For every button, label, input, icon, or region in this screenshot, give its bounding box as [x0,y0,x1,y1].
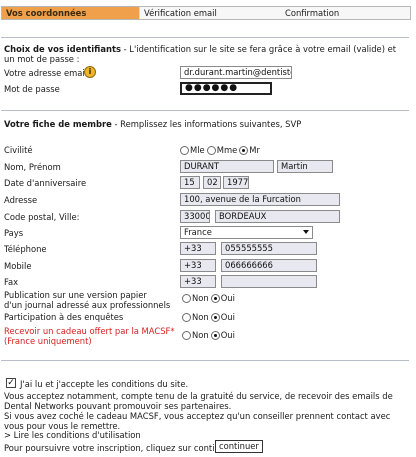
step-your-details: Vos coordonnées [2,7,139,19]
country-label: Pays [4,228,24,238]
journal-radio-no[interactable]: Non [182,293,209,303]
city-field[interactable]: BORDEAUX [215,210,340,223]
birth-year-field[interactable]: 1977 [223,176,249,189]
surveys-radio-yes[interactable]: Oui [210,312,235,322]
surveys-label: Participation à des enquêtes [4,312,124,322]
postal-code-field[interactable]: 33000 [180,210,210,223]
terms-paragraph-1: Vous acceptez notamment, compte tenu de … [4,391,393,411]
phone-prefix-field[interactable]: +33 [180,242,216,255]
address-field[interactable]: 100, avenue de la Furcation [180,193,340,206]
divider [1,37,409,38]
country-select[interactable]: France [180,226,313,239]
password-label: Mot de passe [4,84,60,94]
mobile-prefix-field[interactable]: +33 [180,259,216,272]
email-field[interactable]: dr.durant.martin@dentiste.fr [180,66,292,79]
step-confirmation: Confirmation [269,7,410,19]
journal-radio-yes[interactable]: Oui [210,293,235,303]
ident-section-title: Choix de vos identifiants - L'identifica… [4,44,408,64]
phone-label: Téléphone [4,244,47,254]
progress-steps: Vos coordonnées Vérification email Confi… [1,6,411,20]
radio-mle[interactable]: Mle [180,145,205,155]
surveys-radio-no[interactable]: Non [182,312,209,322]
fax-prefix-field[interactable]: +33 [180,275,216,288]
journal-radio-group: Non Oui [182,292,237,304]
member-subtitle: - Remplissez les informations suivantes,… [111,119,302,129]
gift-label: Recevoir un cadeau offert par la MACSF* … [4,326,175,346]
civilite-radio-group: Mle Mme Mr [180,144,262,156]
ident-title: Choix de vos identifiants [4,44,121,54]
password-field[interactable]: ●●●●●● [180,82,272,95]
mobile-field[interactable]: 066666666 [221,259,317,272]
fax-field[interactable] [221,275,317,288]
journal-label: Publication sur une version papier d'un … [4,290,170,310]
last-name-field[interactable]: DURANT [180,160,274,173]
divider [1,110,409,111]
postal-label: Code postal, Ville: [4,212,80,222]
address-label: Adresse [4,195,38,205]
step-email-verification: Vérification email [139,7,269,19]
mobile-label: Mobile [4,261,32,271]
gift-label-line2: (France uniquement) [4,336,92,346]
gift-radio-no[interactable]: Non [182,330,209,340]
member-section-title: Votre fiche de membre - Remplissez les i… [4,119,408,129]
accept-terms-label: J'ai lu et j'accepte les conditions du s… [20,379,189,389]
accept-terms-checkbox[interactable]: ✓ [6,378,16,388]
birth-month-field[interactable]: 02 [203,176,221,189]
terms-paragraph-2: Si vous avez coché le cadeau MACSF, vous… [4,411,391,431]
member-title: Votre fiche de membre [4,119,112,129]
chevron-down-icon [303,230,309,234]
continue-button[interactable]: continuer [215,440,263,453]
civilite-label: Civilité [4,145,33,155]
gift-radio-yes[interactable]: Oui [210,330,235,340]
fax-label: Fax [4,277,19,287]
phone-field[interactable]: 055555555 [221,242,317,255]
gift-label-line1: Recevoir un cadeau offert par la MACSF* [4,326,175,336]
birth-day-field[interactable]: 15 [180,176,200,189]
radio-mme[interactable]: Mme [206,145,237,155]
name-label: Nom, Prénom [4,162,61,172]
journal-label-line2: d'un journal adressé aux professionnels [4,300,171,310]
divider [1,360,409,361]
radio-mr[interactable]: Mr [239,145,260,155]
surveys-radio-group: Non Oui [182,311,237,323]
country-value: France [184,227,212,237]
read-conditions-link[interactable]: > Lire les conditions d'utilisation [4,430,141,440]
birth-label: Date d'anniversaire [4,178,87,188]
journal-label-line1: Publication sur une version papier [4,290,147,300]
gift-radio-group: Non Oui [182,329,237,341]
info-icon[interactable]: i [84,66,96,78]
first-name-field[interactable]: Martin [277,160,333,173]
email-label: Votre adresse email [4,68,88,78]
continue-instructions: Pour poursuivre votre inscription, cliqu… [4,443,234,453]
